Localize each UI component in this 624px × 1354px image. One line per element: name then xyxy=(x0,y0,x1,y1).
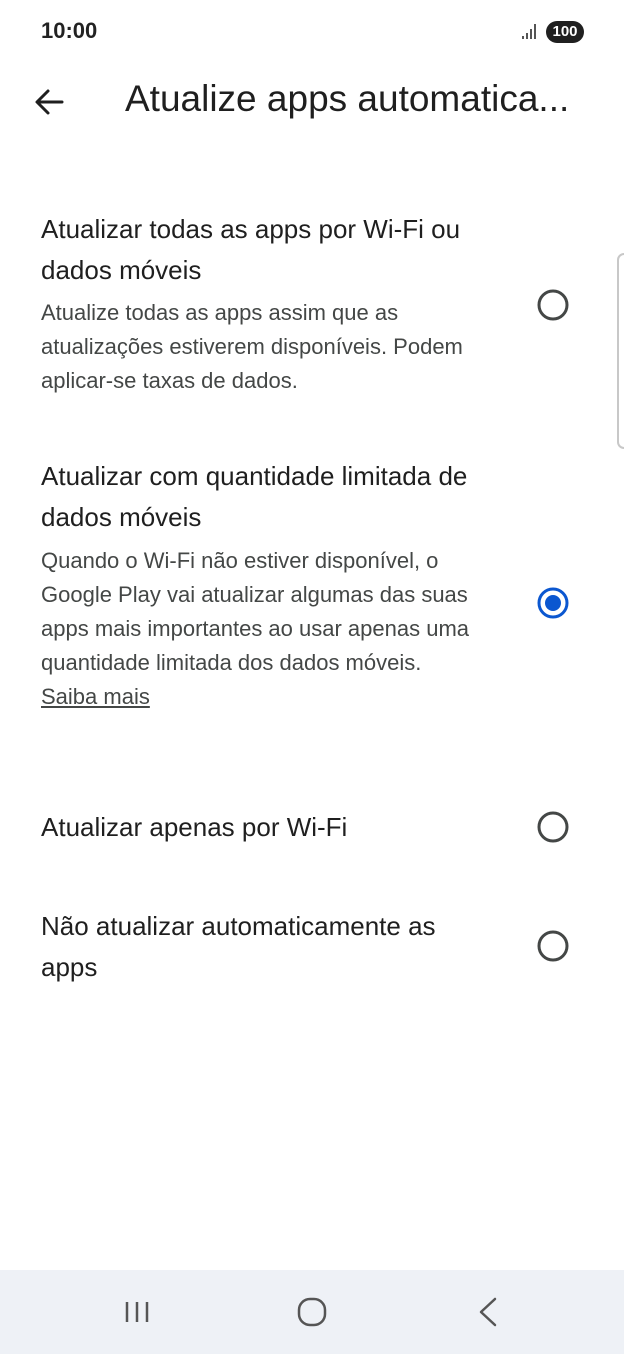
navigation-bar xyxy=(0,1270,624,1354)
option-title: Atualizar todas as apps por Wi-Fi ou dad… xyxy=(41,214,461,285)
recents-button[interactable] xyxy=(110,1286,166,1338)
option-description: Atualize todas as apps assim que as atua… xyxy=(41,300,463,393)
back-chevron-icon xyxy=(479,1297,497,1327)
battery-badge: 100 xyxy=(546,21,584,43)
option-title: Atualizar apenas por Wi-Fi xyxy=(41,812,348,842)
recents-icon xyxy=(125,1302,149,1322)
status-time: 10:00 xyxy=(41,18,98,43)
home-button[interactable] xyxy=(284,1286,340,1338)
status-bar: 10:00 100 xyxy=(0,0,624,64)
home-icon xyxy=(297,1297,327,1327)
option-title: Atualizar com quantidade limitada de dad… xyxy=(41,461,468,532)
nav-back-button[interactable] xyxy=(460,1286,516,1338)
radio-selected[interactable] xyxy=(537,587,569,619)
learn-more-link[interactable]: Saiba mais xyxy=(41,684,150,709)
arrow-left-icon xyxy=(35,89,64,115)
radio-unselected[interactable] xyxy=(537,289,569,321)
signal-icon xyxy=(522,24,536,39)
back-button[interactable] xyxy=(28,80,72,124)
radio-unselected[interactable] xyxy=(537,811,569,843)
option-wifi-only[interactable]: Atualizar apenas por Wi-Fi xyxy=(0,805,624,855)
option-no-auto-update[interactable]: Não atualizar automaticamente as apps xyxy=(0,902,624,992)
radio-unselected[interactable] xyxy=(537,930,569,962)
option-limited-mobile-data[interactable]: Atualizar com quantidade limitada de dad… xyxy=(0,452,624,762)
option-description: Quando o Wi-Fi não estiver disponível, o… xyxy=(41,544,481,714)
option-description-text: Quando o Wi-Fi não estiver disponível, o… xyxy=(41,548,470,675)
option-wifi-or-mobile[interactable]: Atualizar todas as apps por Wi-Fi ou dad… xyxy=(0,205,624,405)
page-title: Atualize apps automatica... xyxy=(125,78,570,119)
scroll-handle[interactable] xyxy=(617,253,624,449)
option-title: Não atualizar automaticamente as apps xyxy=(41,911,436,982)
